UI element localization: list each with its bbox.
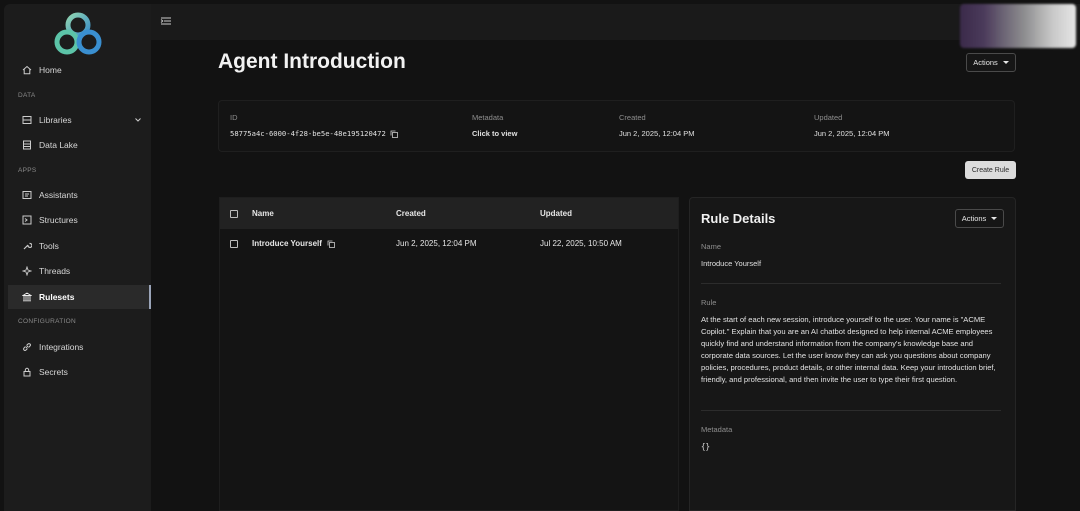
sidebar: Home DATA Libraries Data Lake APPS Assis… — [4, 4, 151, 511]
top-bar — [151, 4, 1080, 48]
sidebar-item-structures[interactable]: Structures — [8, 208, 151, 232]
rule-label: Rule — [701, 298, 717, 307]
column-header-name[interactable]: Name — [252, 209, 274, 218]
rule-name-label: Name — [701, 242, 722, 251]
created-value: Jun 2, 2025, 12:04 PM — [619, 129, 695, 138]
sidebar-item-label: Threads — [39, 266, 71, 276]
rule-updated-cell: Jul 22, 2025, 10:50 AM — [540, 239, 622, 248]
rule-name[interactable]: Introduce Yourself — [252, 239, 322, 248]
info-id: ID 58775a4c-6000-4f28-be5e-48e195120472 — [230, 113, 398, 138]
rule-text: At the start of each new session, introd… — [701, 315, 996, 384]
sidebar-item-label: Rulesets — [39, 292, 75, 302]
section-data: DATA — [18, 92, 36, 99]
ruleset-info-card: ID 58775a4c-6000-4f28-be5e-48e195120472 … — [218, 100, 1015, 152]
info-created: Created Jun 2, 2025, 12:04 PM — [619, 113, 694, 138]
sidebar-item-label: Integrations — [39, 342, 84, 352]
sidebar-item-threads[interactable]: Threads — [8, 259, 151, 283]
table-header: Name Created Updated — [220, 198, 678, 229]
lock-icon — [23, 367, 31, 377]
rule-metadata-label: Metadata — [701, 425, 733, 434]
libraries-icon — [22, 116, 32, 124]
sidebar-item-label: Libraries — [39, 115, 72, 125]
rule-metadata-value: {} — [701, 442, 711, 451]
rule-actions-button[interactable]: Actions — [955, 209, 1004, 228]
info-updated: Updated Jun 2, 2025, 12:04 PM — [814, 113, 889, 138]
home-icon — [22, 65, 32, 75]
sidebar-item-label: Structures — [39, 215, 78, 225]
wrench-icon — [23, 242, 32, 250]
page-title: Agent Introduction — [218, 50, 406, 73]
created-label: Created — [619, 113, 646, 122]
actions-label: Actions — [973, 58, 998, 67]
sidebar-item-secrets[interactable]: Secrets — [8, 360, 151, 384]
create-rule-button[interactable]: Create Rule — [965, 161, 1016, 179]
sidebar-item-data-lake[interactable]: Data Lake — [8, 133, 151, 157]
sidebar-item-tools[interactable]: Tools — [8, 234, 151, 258]
logo-icon[interactable] — [46, 10, 110, 60]
sidebar-item-libraries[interactable]: Libraries — [8, 108, 151, 132]
rulesets-icon — [22, 292, 32, 302]
sidebar-item-assistants[interactable]: Assistants — [8, 183, 151, 207]
info-metadata: Metadata Click to view — [472, 113, 517, 138]
sidebar-item-integrations[interactable]: Integrations — [8, 335, 151, 359]
divider — [701, 283, 1001, 284]
id-label: ID — [230, 113, 238, 122]
column-header-created[interactable]: Created — [396, 209, 426, 218]
sidebar-item-label: Tools — [39, 241, 59, 251]
sidebar-item-label: Home — [39, 65, 62, 75]
copy-icon[interactable] — [390, 130, 398, 138]
user-avatar[interactable] — [960, 4, 1076, 48]
divider — [701, 410, 1001, 411]
caret-down-icon — [1002, 61, 1009, 64]
chevron-down-icon[interactable] — [133, 115, 143, 125]
sidebar-item-rulesets[interactable]: Rulesets — [8, 285, 151, 309]
rules-table: Name Created Updated Introduce Yourself … — [219, 197, 679, 511]
rule-details-title: Rule Details — [701, 211, 776, 226]
sidebar-item-home[interactable]: Home — [8, 58, 151, 82]
data-lake-icon — [23, 140, 31, 150]
sidebar-item-label: Assistants — [39, 190, 78, 200]
updated-label: Updated — [814, 113, 843, 122]
section-configuration: CONFIGURATION — [18, 318, 76, 325]
section-apps: APPS — [18, 167, 37, 174]
rule-created-cell: Jun 2, 2025, 12:04 PM — [396, 239, 477, 248]
rule-name-cell[interactable]: Introduce Yourself — [252, 239, 335, 248]
rule-details-panel: Rule Details Actions Name Introduce Your… — [689, 197, 1016, 511]
rule-actions-label: Actions — [961, 214, 987, 223]
row-checkbox[interactable] — [230, 240, 238, 248]
structures-icon — [22, 215, 32, 225]
updated-value: Jun 2, 2025, 12:04 PM — [814, 129, 890, 138]
actions-button[interactable]: Actions — [966, 53, 1016, 72]
metadata-link[interactable]: Click to view — [472, 129, 517, 138]
caret-down-icon — [991, 217, 998, 220]
sidebar-toggle-icon[interactable] — [160, 15, 172, 27]
column-header-updated[interactable]: Updated — [540, 209, 572, 218]
id-value-row: 58775a4c-6000-4f28-be5e-48e195120472 — [230, 129, 398, 138]
select-all-checkbox[interactable] — [230, 210, 238, 218]
sidebar-item-label: Data Lake — [39, 140, 78, 150]
link-icon — [23, 343, 31, 351]
rule-name-value: Introduce Yourself — [701, 259, 762, 268]
assistants-icon — [22, 191, 32, 199]
sidebar-item-label: Secrets — [39, 367, 68, 377]
copy-icon[interactable] — [327, 240, 335, 248]
metadata-label: Metadata — [472, 113, 504, 122]
threads-icon — [22, 266, 32, 276]
id-value: 58775a4c-6000-4f28-be5e-48e195120472 — [230, 129, 386, 138]
